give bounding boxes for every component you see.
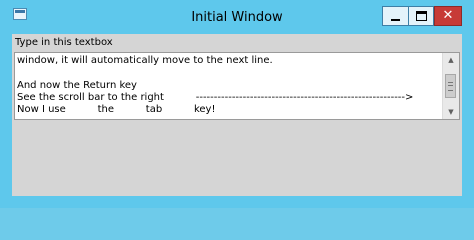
text-line: And now the Return key — [17, 80, 137, 91]
scroll-down-arrow-icon[interactable]: ▼ — [443, 105, 459, 119]
title-bar[interactable]: Initial Window ✕ — [0, 0, 474, 34]
multiline-textbox[interactable]: window, it will automatically move to th… — [14, 52, 460, 120]
text-line: See the scroll bar to the right --------… — [17, 92, 414, 103]
close-icon: ✕ — [442, 8, 454, 23]
close-button[interactable]: ✕ — [434, 6, 462, 26]
scrollbar-thumb[interactable] — [445, 74, 456, 98]
scroll-up-arrow-icon[interactable]: ▲ — [443, 53, 459, 67]
vertical-scrollbar[interactable]: ▲ ▼ — [442, 53, 459, 119]
text-line: Now I use the tab key! — [17, 104, 216, 115]
minimize-icon — [391, 19, 400, 21]
maximize-button[interactable] — [408, 6, 434, 26]
minimize-button[interactable] — [382, 6, 408, 26]
textbox-label: Type in this textbox — [15, 37, 113, 48]
text-line: window, it will automatically move to th… — [17, 55, 273, 66]
app-window: Initial Window ✕ Type in this textbox wi… — [0, 0, 474, 208]
maximize-icon — [416, 11, 427, 21]
thumb-grip-icon — [448, 82, 453, 91]
client-area: Type in this textbox window, it will aut… — [12, 34, 462, 196]
